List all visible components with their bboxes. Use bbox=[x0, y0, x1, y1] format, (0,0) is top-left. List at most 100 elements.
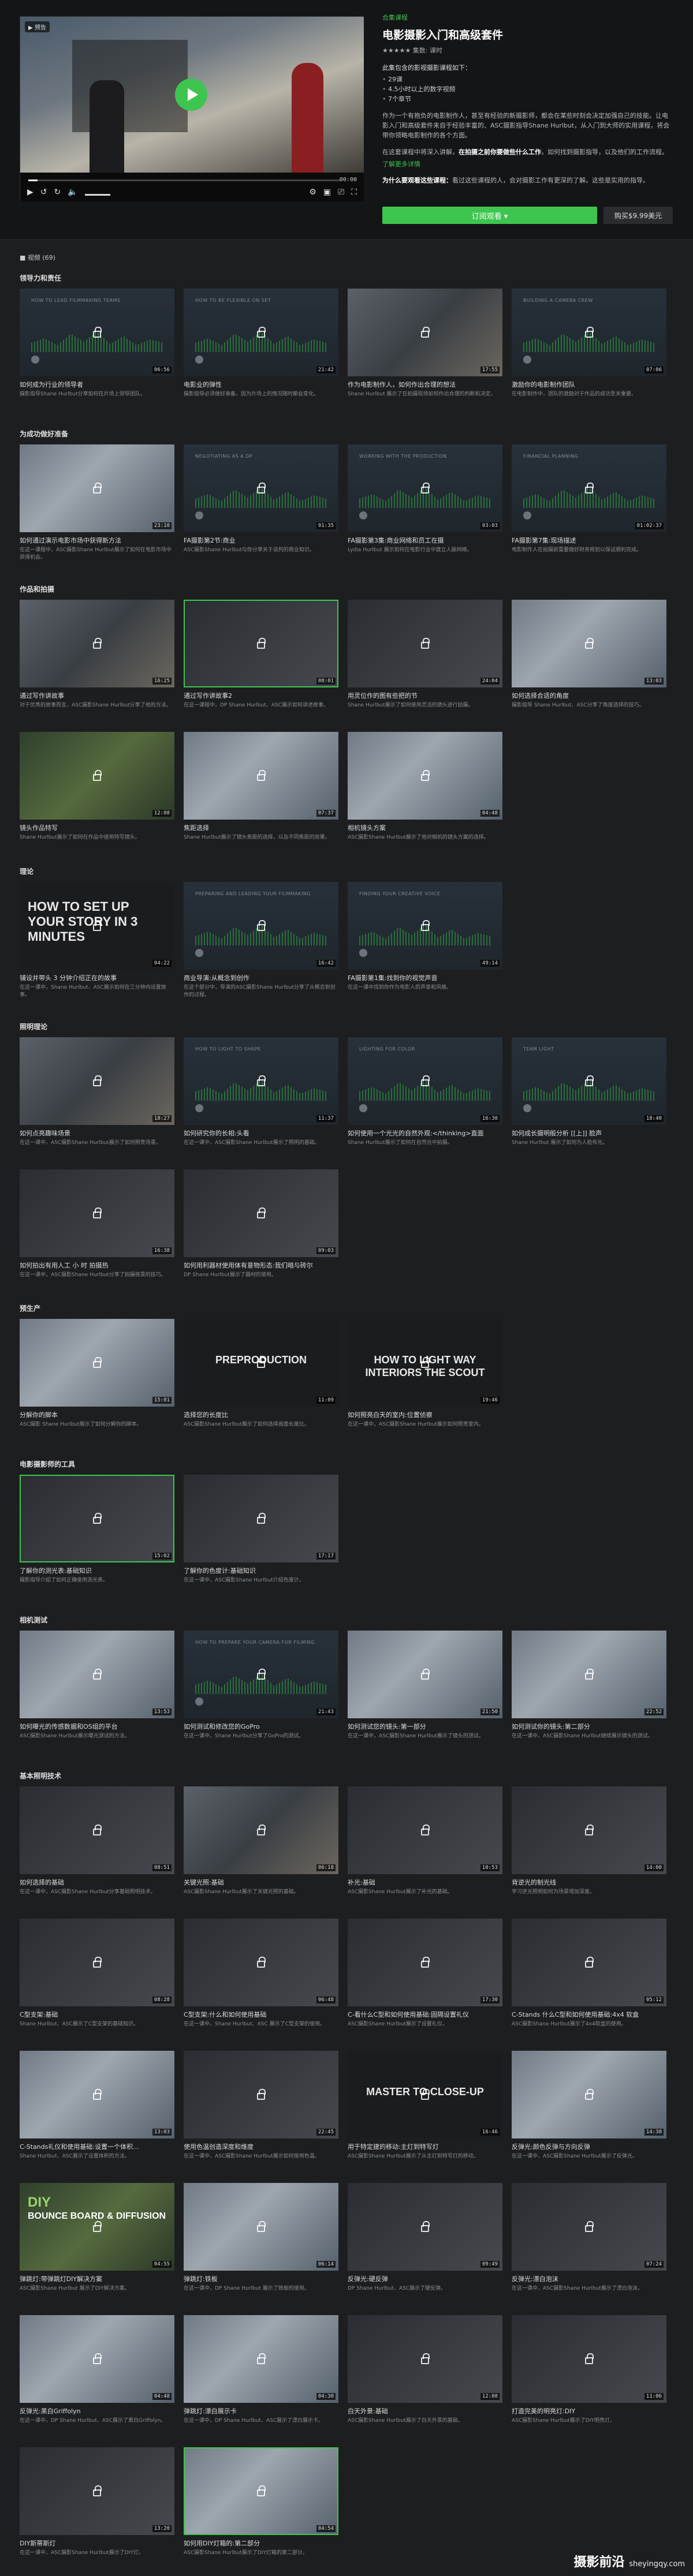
video-title[interactable]: C-看什么C型和如何使用基础:固隔设置礼仪 bbox=[348, 2010, 502, 2019]
video-title[interactable]: DIY斯蒂斯灯 bbox=[20, 2538, 174, 2548]
video-thumbnail[interactable]: 08:51 bbox=[20, 1786, 174, 1874]
video-thumbnail[interactable]: 18:27 bbox=[20, 1037, 174, 1125]
video-title[interactable]: 弹跳灯:漂白展示卡 bbox=[184, 2406, 338, 2416]
video-card[interactable]: PREPARING AND LEADING YOUR FILMMAKING 16:… bbox=[184, 882, 338, 999]
video-card[interactable]: 17:55 作为电影制作人，如何作出合理的想法 Shane Hurlbut 展示了在… bbox=[348, 289, 502, 406]
video-title[interactable]: C型支架:什么和如何使用基础 bbox=[184, 2010, 338, 2019]
video-card[interactable]: 22:45 使用色温创造深度和维度 在这一课中，ASC摄影Shane Hurlbut… bbox=[184, 2051, 338, 2168]
video-title[interactable]: 如何用DIY灯箱的:第二部分 bbox=[184, 2538, 338, 2548]
video-card[interactable]: 15:02 了解你的测光表:基础知识 摄影指导介绍了如何正确使用测光表。 bbox=[20, 1475, 174, 1592]
rewind-icon[interactable]: ↺ bbox=[40, 186, 47, 198]
video-title[interactable]: 分解你的脚本 bbox=[20, 1410, 174, 1419]
video-title[interactable]: 如何测试你的镜头:第二部分 bbox=[512, 1722, 666, 1731]
video-title[interactable]: 补光:基础 bbox=[348, 1878, 502, 1887]
video-title[interactable]: 白天外景:基础 bbox=[348, 2406, 502, 2416]
video-card[interactable]: BUILDING A CAMERA CREW 07:06 激励你的电影制作团队 在电影… bbox=[512, 289, 666, 406]
video-title[interactable]: 如何测试您的镜头:第一部分 bbox=[348, 1722, 502, 1731]
video-title[interactable]: 了解你的色度计:基础知识 bbox=[184, 1566, 338, 1575]
volume-slider[interactable] bbox=[84, 194, 110, 196]
video-thumbnail[interactable]: 13:03 bbox=[20, 2051, 174, 2138]
video-card[interactable]: FINDING YOUR CREATIVE VOICE 49:14 FA摄影第1集:… bbox=[348, 882, 502, 999]
video-title[interactable]: 铺设并带头 3 分钟介绍正在的故事 bbox=[20, 973, 174, 982]
video-card[interactable]: 10:53 补光:基础 ASC摄影Shane Hurlbut展示了补光的基础。 bbox=[348, 1786, 502, 1904]
video-thumbnail[interactable]: 16:38 bbox=[20, 1169, 174, 1257]
video-card[interactable]: 05:12 C-Stands 什么C型和如何使用基础:4x4 软盒 ASC摄影Sha… bbox=[512, 1919, 666, 2036]
video-title[interactable]: 如何曝光的传感数据和OS组的平台 bbox=[20, 1722, 174, 1731]
video-thumbnail[interactable]: BUILDING A CAMERA CREW 07:06 bbox=[512, 289, 666, 376]
video-thumbnail[interactable]: 08:01 bbox=[184, 600, 338, 687]
video-title[interactable]: C型支架:基础 bbox=[20, 2010, 174, 2019]
video-card[interactable]: 07:24 反弹光:漂白泡沫 在这一课中，ASC摄影Shane Hurlbut展示了… bbox=[512, 2183, 666, 2300]
video-card[interactable]: TEAM LIGHT 18:40 如何成长摄明般分析 [[上]] 脸声 Shane H… bbox=[512, 1037, 666, 1154]
video-thumbnail[interactable]: 08:28 bbox=[20, 1919, 174, 2006]
video-player[interactable]: ▶ 预告 00:00 ▶ ↺ ↻ 🔈 ⚙ ▣ ⎚ ⛶ bbox=[20, 16, 364, 201]
cast-icon[interactable]: ⎚ bbox=[338, 186, 344, 198]
video-title[interactable]: 如何照亮白天的室内:位置侦察 bbox=[348, 1410, 502, 1419]
video-thumbnail[interactable]: MASTER TO CLOSE-UP 16:46 bbox=[348, 2051, 502, 2138]
video-card[interactable]: 04:54 如何用DIY灯箱的:第二部分 ASC摄影Shane Hurlbut展示了… bbox=[184, 2447, 338, 2564]
video-thumbnail[interactable]: 22:45 bbox=[184, 2051, 338, 2138]
video-card[interactable]: 14:38 反弹光:颜色反弹与方向反弹 在这一课中，ASC摄影Shane Hurlb… bbox=[512, 2051, 666, 2168]
video-thumbnail[interactable]: 04:48 bbox=[20, 2315, 174, 2403]
video-thumbnail[interactable]: PREPARING AND LEADING YOUR FILMMAKING 16:… bbox=[184, 882, 338, 970]
video-card[interactable]: 13:20 DIY斯蒂斯灯 在这一课中，ASC摄影Shane Hurlbut展示了D… bbox=[20, 2447, 174, 2564]
video-thumbnail[interactable]: 17:55 bbox=[348, 289, 502, 376]
video-title[interactable]: 镜头作品特写 bbox=[20, 823, 174, 832]
video-card[interactable]: HOW TO SET UP YOUR STORY IN 3 MINUTES 04:… bbox=[20, 882, 174, 999]
video-title[interactable]: FA摄影第2节:商业 bbox=[184, 536, 338, 545]
video-title[interactable]: 使用色温创造深度和维度 bbox=[184, 2142, 338, 2151]
video-title[interactable]: 如何点亮趣味场景 bbox=[20, 1128, 174, 1138]
video-title[interactable]: 如何选择合适的角度 bbox=[512, 691, 666, 700]
video-thumbnail[interactable]: 13:53 bbox=[20, 1631, 174, 1718]
video-thumbnail[interactable]: PREPRODUCTION 11:09 bbox=[184, 1319, 338, 1407]
video-thumbnail[interactable]: HOW TO SET UP YOUR STORY IN 3 MINUTES 04:… bbox=[20, 882, 174, 970]
video-title[interactable]: 通过写作讲故事 bbox=[20, 691, 174, 700]
video-title[interactable]: 如何选择的基础 bbox=[20, 1878, 174, 1887]
video-card[interactable]: MASTER TO CLOSE-UP 16:46 用于特定建的移动:主灯到特写灯 AS… bbox=[348, 2051, 502, 2168]
video-card[interactable]: HOW TO LEAD FILMMAKING TEAMS 06:56 如何成为行业的… bbox=[20, 289, 174, 406]
video-thumbnail[interactable]: HOW TO PREPARE YOUR CAMERA FOR FILMING 21… bbox=[184, 1631, 338, 1718]
video-title[interactable]: 反弹光:颜色反弹与方向反弹 bbox=[512, 2142, 666, 2151]
video-thumbnail[interactable]: LIGHTING FOR COLOR 16:30 bbox=[348, 1037, 502, 1125]
video-card[interactable]: 21:50 如何测试您的镜头:第一部分 在这一课中，ASC摄影Shane Hurlb… bbox=[348, 1631, 502, 1748]
video-title[interactable]: 反弹光:漂白泡沫 bbox=[512, 2274, 666, 2283]
video-thumbnail[interactable]: 09:49 bbox=[348, 2183, 502, 2271]
video-title[interactable]: C-Stands礼仪和使用基础:设置一个体积... bbox=[20, 2142, 174, 2151]
video-card[interactable]: PREPRODUCTION 11:09 选择您的长度比 ASC摄影Shane Hurl… bbox=[184, 1319, 338, 1436]
video-title[interactable]: 如何成长摄明般分析 [[上]] 脸声 bbox=[512, 1128, 666, 1138]
video-thumbnail[interactable]: 06:18 bbox=[184, 1786, 338, 1874]
video-card[interactable]: LIGHTING FOR COLOR 16:30 如何使用一个光光的自然外观:</t… bbox=[348, 1037, 502, 1154]
video-thumbnail[interactable]: 14:00 bbox=[512, 1786, 666, 1874]
video-thumbnail[interactable]: 12:08 bbox=[348, 2315, 502, 2403]
video-card[interactable]: 13:53 如何曝光的传感数据和OS组的平台 ASC摄影Shane Hurlbut展… bbox=[20, 1631, 174, 1748]
video-thumbnail[interactable]: 16:25 bbox=[20, 600, 174, 687]
video-card[interactable]: 13:03 如何选择合适的角度 摄影指导 Shane Hurlbut、ASC分享了角… bbox=[512, 600, 666, 717]
video-title[interactable]: 选择您的长度比 bbox=[184, 1410, 338, 1419]
video-card[interactable]: 16:38 如何拍出有用人工 小 时 拍摄热 在这一课中，ASC摄影Shane Hu… bbox=[20, 1169, 174, 1287]
video-card[interactable]: 09:03 如何用利器材使用体有意物形态:我们暗与砖尔 DP Shane Hurlb… bbox=[184, 1169, 338, 1287]
volume-icon[interactable]: 🔈 bbox=[68, 186, 77, 198]
video-title[interactable]: 如何使用一个光光的自然外观:</thinking>直面 bbox=[348, 1128, 502, 1138]
video-thumbnail[interactable]: 14:38 bbox=[512, 2051, 666, 2138]
video-thumbnail[interactable]: 09:03 bbox=[184, 1169, 338, 1257]
video-card[interactable]: HOW TO PREPARE YOUR CAMERA FOR FILMING 21… bbox=[184, 1631, 338, 1748]
video-thumbnail[interactable]: 17:30 bbox=[348, 1919, 502, 2006]
video-card[interactable]: 17:30 C-看什么C型和如何使用基础:固隔设置礼仪 ASC摄影Shane Hur… bbox=[348, 1919, 502, 2036]
buy-price-button[interactable]: 购买$9.99美元 bbox=[603, 207, 673, 224]
video-thumbnail[interactable]: FINANCIAL PLANNING 01:02:37 bbox=[512, 444, 666, 532]
video-card[interactable]: 06:14 弹跳灯:铁板 在这一课中，DP Shane Hurlbut 展示了铁板的… bbox=[184, 2183, 338, 2300]
video-title[interactable]: 弹跳灯:带弹跳灯DIY解决方案 bbox=[20, 2274, 174, 2283]
video-card[interactable]: 09:49 反弹光:硬反弹 DP Shane Hurlbut、ASC展示了硬反弹。 bbox=[348, 2183, 502, 2300]
video-card[interactable]: 13:03 C-Stands礼仪和使用基础:设置一个体积... Shane Hurl… bbox=[20, 2051, 174, 2168]
video-card[interactable]: 08:01 通过写作讲故事2 在这一课程中，DP Shane Hurlbut、ASC… bbox=[184, 600, 338, 717]
video-title[interactable]: 通过写作讲故事2 bbox=[184, 691, 338, 700]
video-thumbnail[interactable]: 04:54 bbox=[184, 2447, 338, 2535]
video-card[interactable]: NEGOTIATING AS A DP 01:35 FA摄影第2节:商业 ASC摄影S… bbox=[184, 444, 338, 562]
video-card[interactable]: FINANCIAL PLANNING 01:02:37 FA摄影第7集:现场描述 电影… bbox=[512, 444, 666, 562]
video-title[interactable]: 背逆光的制光线 bbox=[512, 1878, 666, 1887]
video-card[interactable]: 23:10 如何通过演示电影市场中获得新方法 在这一课程中，ASC摄影Shane H… bbox=[20, 444, 174, 562]
video-thumbnail[interactable]: 04:30 bbox=[184, 2315, 338, 2403]
video-title[interactable]: 电影业的弹性 bbox=[184, 380, 338, 389]
video-title[interactable]: FA摄影第3集:商业网络和员工在摄 bbox=[348, 536, 502, 545]
video-card[interactable]: 24:04 用灵位作的图有些把的节 Shane Hurlbut展示了如何使用灵活的镜… bbox=[348, 600, 502, 717]
